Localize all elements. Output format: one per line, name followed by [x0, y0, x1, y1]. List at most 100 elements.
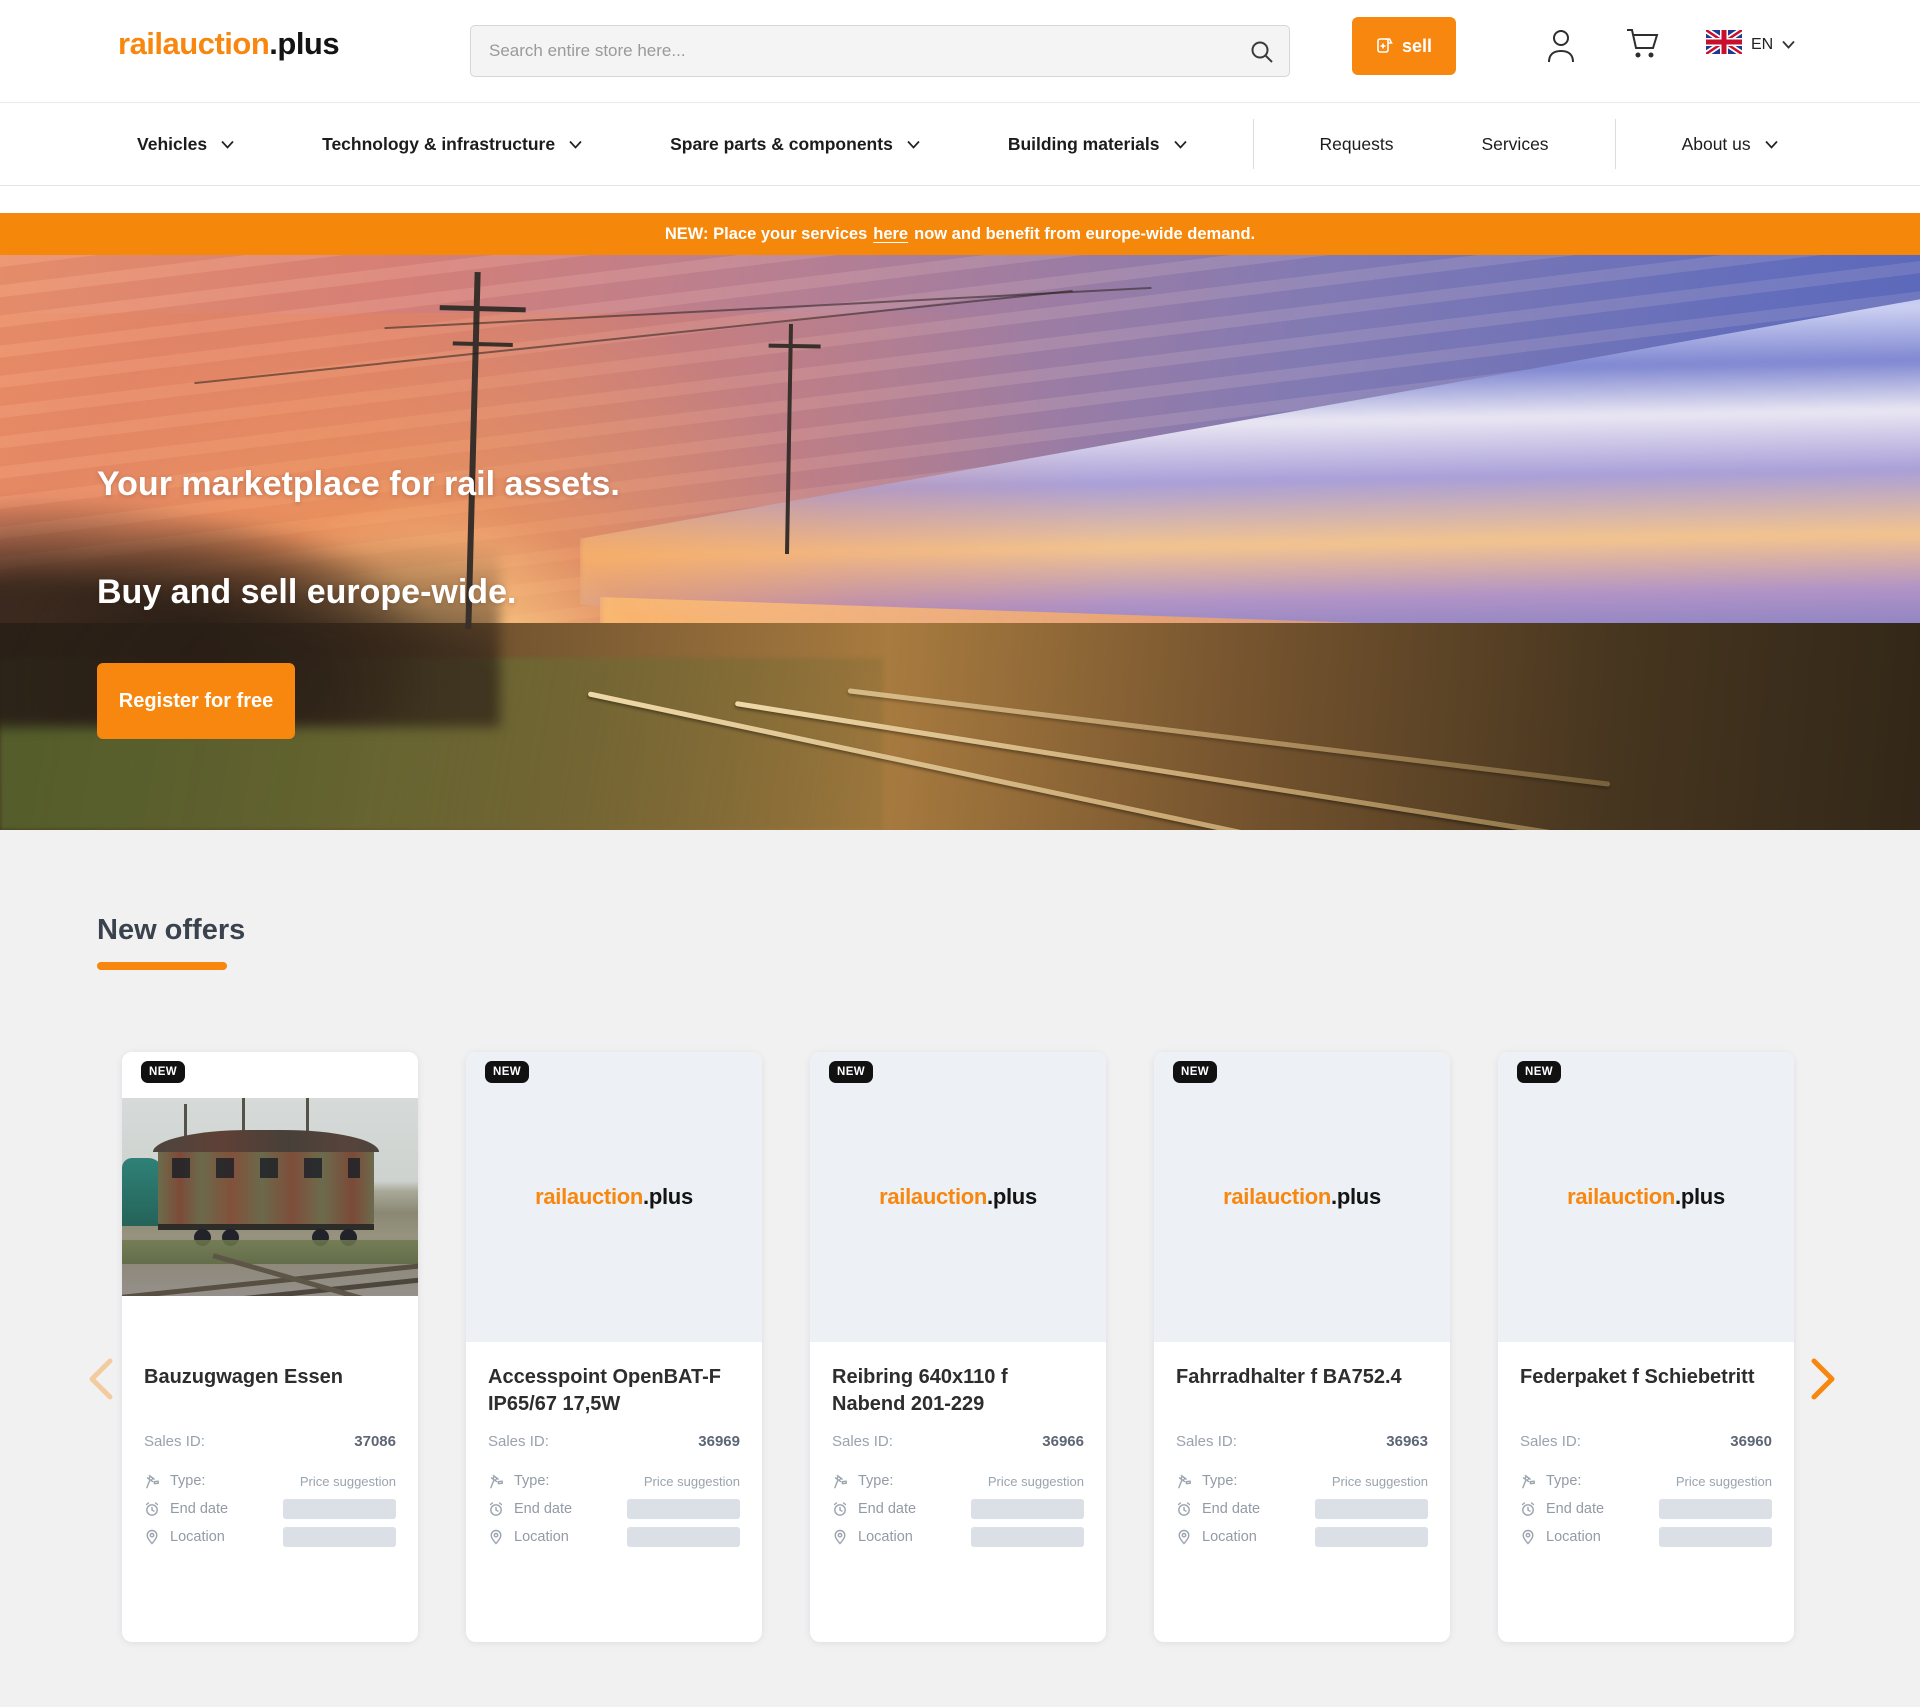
offer-image: railauction.plus	[1154, 1052, 1450, 1342]
carousel-prev-icon[interactable]	[86, 1357, 114, 1404]
nav-label: Spare parts & components	[670, 134, 893, 155]
nav-label: Services	[1481, 134, 1548, 155]
offer-body: Accesspoint OpenBAT-F IP65/67 17,5W Sale…	[466, 1364, 762, 1551]
carousel-next-icon[interactable]	[1810, 1357, 1838, 1404]
end-date-placeholder-bar	[971, 1499, 1084, 1519]
sales-id-row: Sales ID: 36963	[1176, 1433, 1428, 1450]
nav-label: About us	[1682, 134, 1751, 155]
account-icon[interactable]	[1544, 26, 1578, 67]
hero-headline-1: Your marketplace for rail assets.	[97, 465, 620, 504]
nav-divider	[1253, 119, 1254, 169]
nav-item-vehicles[interactable]: Vehicles	[137, 134, 234, 155]
type-label: Type:	[514, 1473, 549, 1489]
sales-id-label: Sales ID:	[1520, 1433, 1581, 1450]
register-button[interactable]: Register for free	[97, 663, 295, 739]
end-date-placeholder-bar	[627, 1499, 740, 1519]
alarm-clock-icon	[144, 1501, 160, 1517]
location-label: Location	[858, 1529, 913, 1545]
offer-card[interactable]: NEW railauction.plus Fahrradhalter f BA7…	[1154, 1052, 1450, 1642]
type-row: Type: Price suggestion	[832, 1467, 1084, 1495]
banner-here-link[interactable]: here	[873, 225, 908, 244]
sales-id-label: Sales ID:	[144, 1433, 205, 1450]
nav-item-requests[interactable]: Requests	[1320, 134, 1394, 155]
main-nav: Vehicles Technology & infrastructure Spa…	[0, 102, 1920, 186]
location-pin-icon	[488, 1529, 504, 1545]
page: railauction.plus sell EN	[0, 0, 1920, 1707]
logo-part-dark: .plus	[987, 1184, 1037, 1209]
end-date-label: End date	[858, 1501, 916, 1517]
search-icon[interactable]	[1249, 39, 1275, 70]
offer-card[interactable]: NEW railauction.plus Bauzugwagen Essen S…	[122, 1052, 418, 1642]
offer-image: railauction.plus	[122, 1052, 418, 1342]
offer-title: Federpaket f Schiebetritt	[1520, 1364, 1772, 1420]
alarm-clock-icon	[832, 1501, 848, 1517]
nav-item-about-us[interactable]: About us	[1682, 134, 1778, 155]
location-pin-icon	[1520, 1529, 1536, 1545]
placeholder-brand-logo: railauction.plus	[1567, 1184, 1725, 1210]
type-row: Type: Price suggestion	[144, 1467, 396, 1495]
sales-id-label: Sales ID:	[1176, 1433, 1237, 1450]
new-badge: NEW	[829, 1061, 873, 1083]
nav-item-technology-infrastructure[interactable]: Technology & infrastructure	[322, 134, 582, 155]
end-date-row: End date	[832, 1495, 1084, 1523]
logo-part-dark: .plus	[1675, 1184, 1725, 1209]
price-suggestion-label: Price suggestion	[1332, 1474, 1428, 1489]
promo-banner: NEW: Place your services here now and be…	[0, 213, 1920, 255]
search-box	[470, 25, 1290, 77]
offer-body: Reibring 640x110 f Nabend 201-229 Sales …	[810, 1364, 1106, 1551]
type-label: Type:	[1546, 1473, 1581, 1489]
nav-item-spare-parts-components[interactable]: Spare parts & components	[670, 134, 920, 155]
sales-id-row: Sales ID: 36966	[832, 1433, 1084, 1450]
offer-card[interactable]: NEW railauction.plus Accesspoint OpenBAT…	[466, 1052, 762, 1642]
nav-label: Vehicles	[137, 134, 207, 155]
site-logo[interactable]: railauction.plus	[118, 26, 339, 62]
photo-wagon-art	[158, 1148, 374, 1224]
offer-card[interactable]: NEW railauction.plus Federpaket f Schieb…	[1498, 1052, 1794, 1642]
end-date-row: End date	[1520, 1495, 1772, 1523]
nav-item-services[interactable]: Services	[1481, 134, 1548, 155]
nav-divider	[1615, 119, 1616, 169]
price-suggestion-label: Price suggestion	[1676, 1474, 1772, 1489]
sales-id-value: 36969	[698, 1433, 740, 1450]
chevron-down-icon	[569, 140, 582, 149]
nav-label: Requests	[1320, 134, 1394, 155]
sell-button[interactable]: sell	[1352, 17, 1456, 75]
uk-flag-icon	[1706, 30, 1742, 59]
end-date-label: End date	[514, 1501, 572, 1517]
nav-label: Building materials	[1008, 134, 1160, 155]
type-label: Type:	[1202, 1473, 1237, 1489]
location-placeholder-bar	[283, 1527, 396, 1547]
location-placeholder-bar	[1315, 1527, 1428, 1547]
end-date-placeholder-bar	[283, 1499, 396, 1519]
sales-id-value: 36966	[1042, 1433, 1084, 1450]
end-date-label: End date	[1202, 1501, 1260, 1517]
search-input[interactable]	[471, 26, 1289, 76]
sell-icon	[1376, 35, 1394, 58]
sales-id-value: 36963	[1386, 1433, 1428, 1450]
banner-text-before: NEW: Place your services	[665, 225, 867, 244]
offer-image: railauction.plus	[1498, 1052, 1794, 1342]
chevron-down-icon	[907, 140, 920, 149]
cart-icon[interactable]	[1624, 26, 1662, 65]
alarm-clock-icon	[1520, 1501, 1536, 1517]
end-date-row: End date	[1176, 1495, 1428, 1523]
offer-title: Bauzugwagen Essen	[144, 1364, 396, 1420]
location-placeholder-bar	[627, 1527, 740, 1547]
placeholder-brand-logo: railauction.plus	[535, 1184, 693, 1210]
offer-card[interactable]: NEW railauction.plus Reibring 640x110 f …	[810, 1052, 1106, 1642]
offer-title: Reibring 640x110 f Nabend 201-229	[832, 1364, 1084, 1420]
offer-image: railauction.plus	[466, 1052, 762, 1342]
offer-attributes: Type: Price suggestion End date Location	[1520, 1467, 1772, 1551]
price-suggestion-label: Price suggestion	[300, 1474, 396, 1489]
gavel-icon	[832, 1473, 848, 1489]
nav-item-building-materials[interactable]: Building materials	[1008, 134, 1187, 155]
location-row: Location	[832, 1523, 1084, 1551]
logo-part-orange: railauction	[1223, 1184, 1331, 1209]
nav-label: Technology & infrastructure	[322, 134, 555, 155]
photo-grass-art	[122, 1240, 418, 1264]
gavel-icon	[1176, 1473, 1192, 1489]
banner-text-after: now and benefit from europe-wide demand.	[914, 225, 1255, 244]
new-badge: NEW	[485, 1061, 529, 1083]
hero-section: Your marketplace for rail assets. Buy an…	[0, 255, 1920, 830]
language-selector[interactable]: EN	[1706, 30, 1795, 59]
